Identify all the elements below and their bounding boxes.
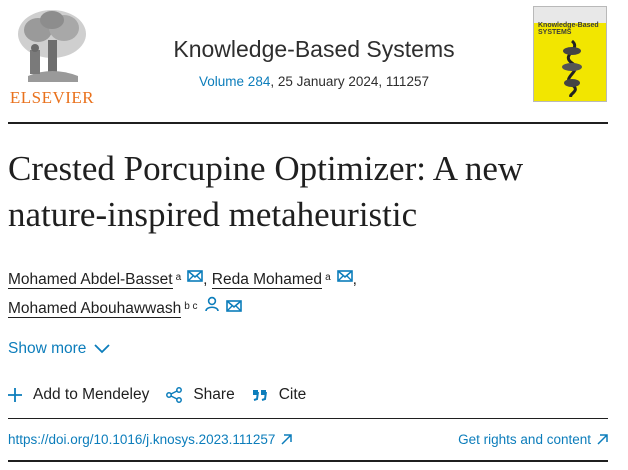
author-name[interactable]: Mohamed Abdel-Basset	[8, 271, 173, 289]
author-name[interactable]: Reda Mohamed	[211, 271, 323, 289]
affiliation-ref[interactable]: b c	[184, 301, 197, 312]
cover-header	[534, 7, 606, 23]
affiliation-ref[interactable]: a	[325, 272, 331, 283]
article-title: Crested Porcupine Optimizer: A new natur…	[8, 149, 524, 234]
author-2[interactable]: Reda Mohamed a	[211, 271, 331, 289]
share-label: Share	[193, 386, 235, 403]
rights-link[interactable]: Get rights and content	[458, 432, 608, 447]
affiliation-ref[interactable]: a	[176, 272, 182, 283]
author-1[interactable]: Mohamed Abdel-Basset a	[8, 271, 182, 289]
share-icon	[166, 387, 183, 403]
author-3[interactable]: Mohamed Abouhawwash b c	[8, 300, 198, 319]
elsevier-wordmark: ELSEVIER	[9, 88, 95, 107]
share-button[interactable]: Share	[166, 386, 235, 404]
journal-cover[interactable]: Knowledge-Based SYSTEMS	[533, 6, 607, 102]
author-separator: ,	[352, 271, 357, 288]
doi-link[interactable]: https://doi.org/10.1016/j.knosys.2023.11…	[8, 432, 293, 447]
cover-title: Knowledge-Based SYSTEMS	[538, 22, 599, 36]
external-arrow-icon	[597, 434, 608, 445]
issue-details: , 25 January 2024, 111257	[270, 74, 429, 89]
quote-icon	[252, 390, 267, 401]
mail-icon[interactable]	[336, 263, 353, 292]
show-more-button[interactable]: Show more	[8, 340, 111, 358]
footer-divider	[8, 460, 608, 462]
author-name[interactable]: Mohamed Abouhawwash	[8, 300, 182, 319]
chevron-down-icon	[94, 344, 111, 354]
article-actions: Add to Mendeley Share Cite	[8, 386, 323, 404]
actions-divider	[8, 418, 608, 419]
plus-icon	[8, 388, 22, 402]
volume-link[interactable]: Volume 284	[199, 74, 270, 89]
mail-icon[interactable]	[225, 293, 242, 322]
add-to-mendeley-button[interactable]: Add to Mendeley	[8, 386, 149, 404]
header-divider	[8, 122, 608, 124]
add-to-mendeley-label: Add to Mendeley	[33, 386, 150, 403]
show-more-label: Show more	[8, 340, 87, 357]
author-list: Mohamed Abdel-Basset a, Reda Mohamed a, Mo…	[8, 265, 618, 324]
external-arrow-icon	[281, 434, 293, 445]
cover-illustration-icon	[562, 39, 582, 97]
cite-label: Cite	[278, 386, 307, 403]
person-icon[interactable]	[204, 293, 220, 322]
author-separator: ,	[203, 271, 208, 288]
mail-icon[interactable]	[187, 263, 203, 292]
doi-text: https://doi.org/10.1016/j.knosys.2023.11…	[8, 432, 276, 447]
rights-text: Get rights and content	[458, 432, 591, 447]
cite-button[interactable]: Cite	[252, 386, 307, 404]
